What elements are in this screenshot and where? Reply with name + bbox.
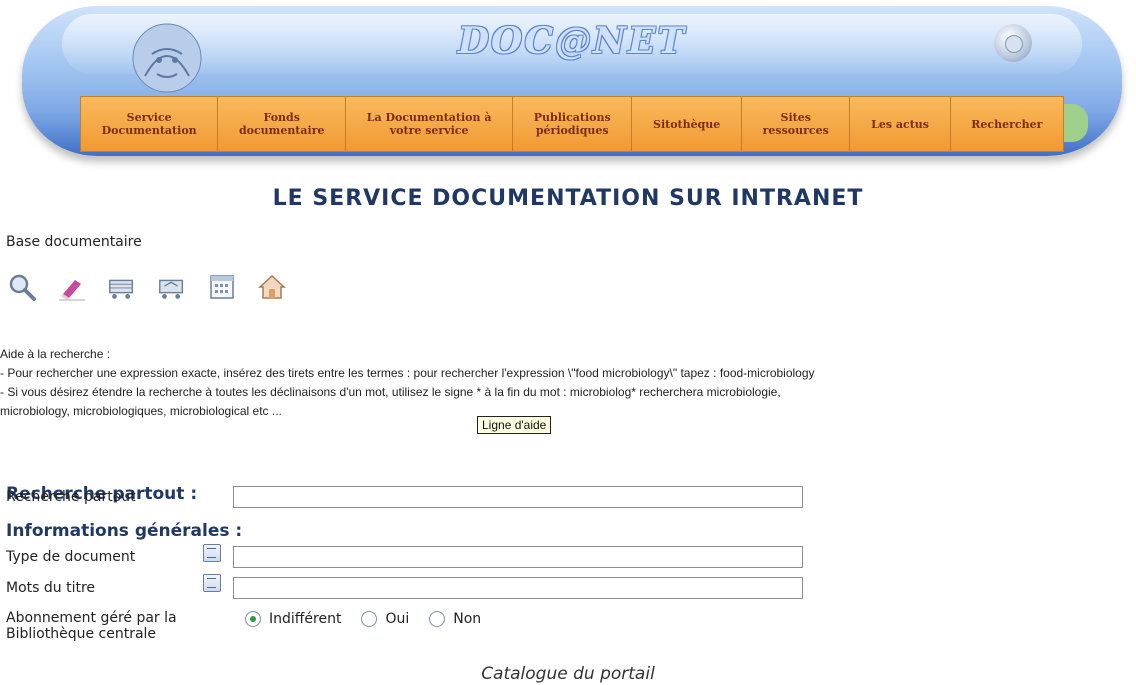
help-line-wildcard: - Si vous désirez étendre la recherche à… <box>0 385 781 399</box>
nav-label: Fonds <box>263 111 300 124</box>
calendar-icon[interactable] <box>206 271 238 303</box>
help-line-exact-phrase: - Pour rechercher une expression exacte,… <box>0 366 815 380</box>
radio-non[interactable] <box>429 611 446 627</box>
label-type-document: Type de document <box>6 549 136 565</box>
nav-les-actus[interactable]: Les actus <box>850 97 951 151</box>
nav-label: Sites <box>780 111 811 124</box>
abonnement-radio-group: Indifférent Oui Non <box>245 611 493 627</box>
nav-label: périodiques <box>535 124 609 137</box>
type-document-input[interactable] <box>233 546 803 568</box>
screenshot-crop-edge <box>0 648 1136 660</box>
nav-fonds-documentaire[interactable]: Fonds documentaire <box>218 97 347 151</box>
help-line-wildcard-cont: microbiology, microbiologiques, microbio… <box>0 404 282 418</box>
nav-rechercher[interactable]: Rechercher <box>950 97 1064 151</box>
home-icon[interactable] <box>256 271 288 303</box>
list-picker-icon[interactable] <box>203 544 221 562</box>
emblem-icon <box>994 24 1032 62</box>
nav-service-documentation[interactable]: Service Documentation <box>81 97 219 151</box>
label-abonnement: Abonnement géré par la Bibliothèque cent… <box>6 610 177 642</box>
nav-documentation-a-votre-service[interactable]: La Documentation à votre service <box>346 97 514 151</box>
cart-transfer-icon[interactable] <box>156 271 188 303</box>
radio-label-oui: Oui <box>385 611 410 627</box>
search-help: Aide à la recherche : - Pour rechercher … <box>0 345 1136 421</box>
section-informations-generales: Informations générales : <box>6 521 243 541</box>
nav-label: documentaire <box>238 124 325 137</box>
help-heading: Aide à la recherche : <box>0 347 111 361</box>
radio-oui[interactable] <box>361 611 378 627</box>
nav-label: Publications <box>533 111 611 124</box>
nav-label: Sitothèque <box>653 117 721 131</box>
page-title: LE SERVICE DOCUMENTATION SUR INTRANET <box>272 186 864 211</box>
radio-indifferent[interactable] <box>245 611 261 627</box>
recherche-partout-input[interactable] <box>233 486 803 508</box>
radio-label-non: Non <box>453 611 482 627</box>
radio-label-indifferent: Indifférent <box>269 611 342 627</box>
label-abonnement-line2: Bibliothèque centrale <box>6 626 157 642</box>
nav-sitotheque[interactable]: Sitothèque <box>632 97 742 151</box>
nav-sites-ressources[interactable]: Sites ressources <box>741 97 851 151</box>
list-picker-icon[interactable] <box>203 574 221 592</box>
figure-caption: Catalogue du portail <box>481 664 655 684</box>
main-nav: Service Documentation Fonds documentaire L… <box>80 96 1064 152</box>
label-abonnement-line1: Abonnement géré par la <box>6 610 177 626</box>
search-icon[interactable] <box>6 271 38 303</box>
nav-label: La Documentation à <box>366 111 492 124</box>
nav-label: ressources <box>762 124 829 137</box>
label-mots-titre: Mots du titre <box>6 580 96 596</box>
eraser-icon[interactable] <box>56 271 88 303</box>
label-recherche-partout: Recherche partout <box>6 489 136 505</box>
nav-label: Service <box>126 111 172 124</box>
cart-icon[interactable] <box>106 271 138 303</box>
nav-label: votre service <box>389 124 469 137</box>
nav-label: Documentation <box>101 124 197 137</box>
nav-label: Rechercher <box>971 117 1043 131</box>
nav-publications-periodiques[interactable]: Publications périodiques <box>513 97 633 151</box>
site-logo[interactable]: DOC@NET <box>22 20 1122 62</box>
nav-label: Les actus <box>871 117 929 131</box>
base-documentaire-label: Base documentaire <box>6 234 142 250</box>
help-tooltip: Ligne d'aide <box>477 416 552 434</box>
toolbar <box>6 270 288 304</box>
mots-titre-input[interactable] <box>233 577 803 599</box>
